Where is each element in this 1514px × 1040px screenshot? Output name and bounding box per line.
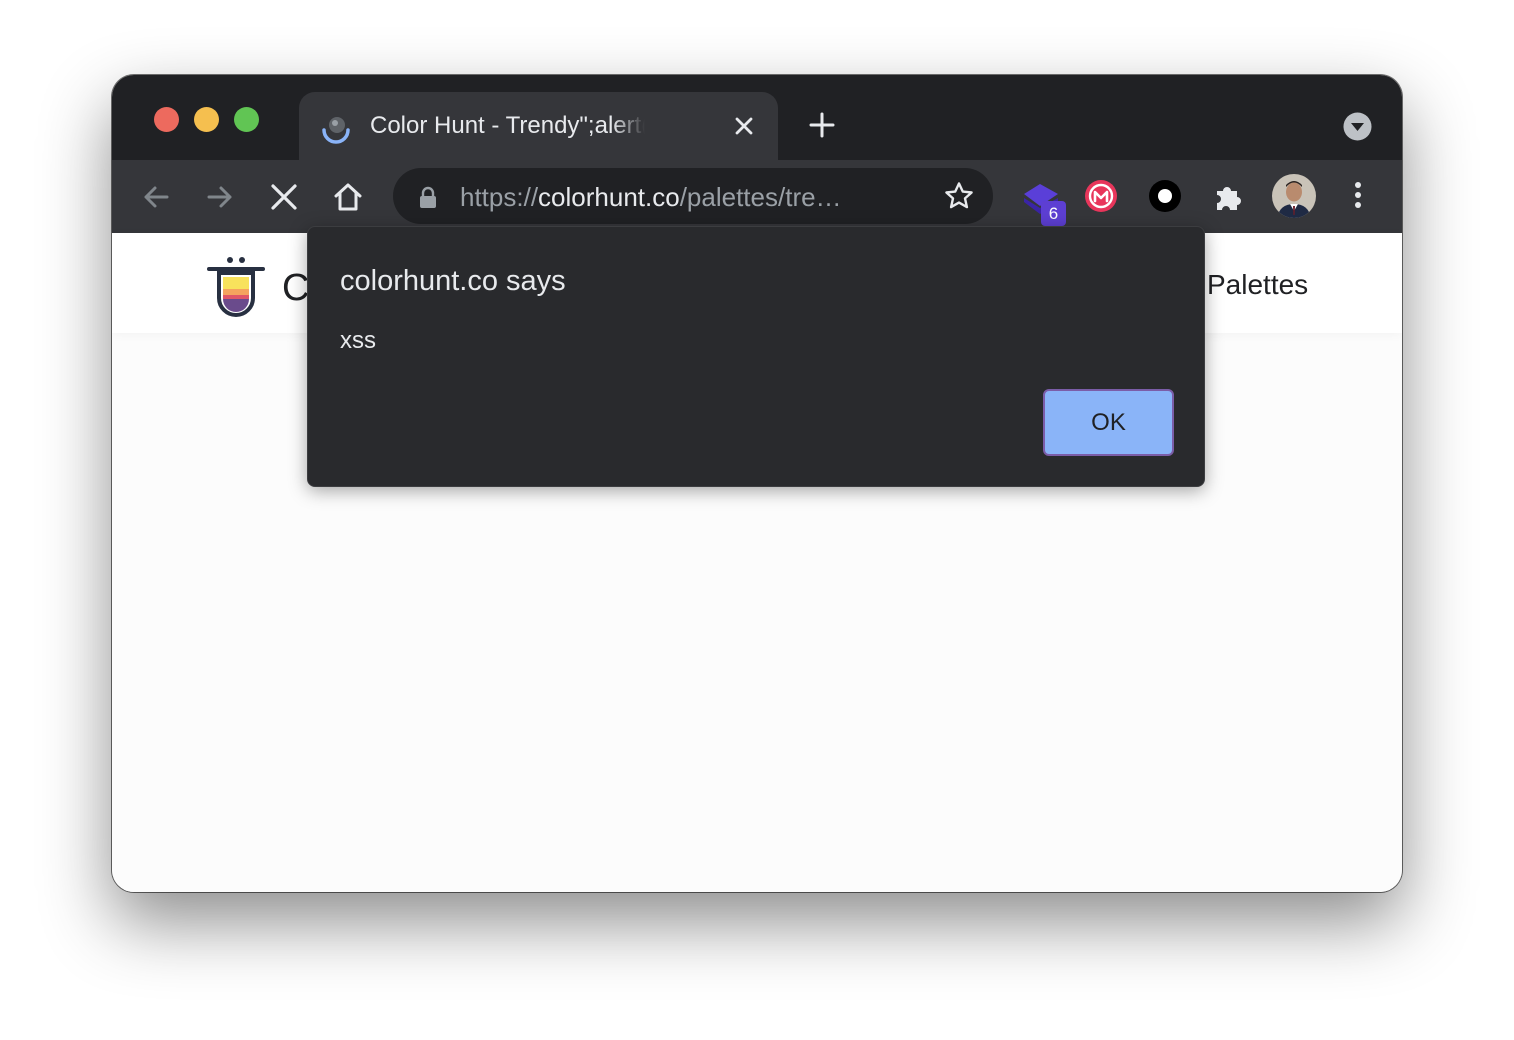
url-host: colorhunt.co — [538, 182, 680, 212]
site-name[interactable]: C — [282, 267, 309, 310]
url-scheme: https:// — [460, 182, 539, 212]
extension-badge-count: 6 — [1041, 201, 1066, 226]
extension-ring-icon[interactable] — [1148, 179, 1182, 213]
toolbar: https://colorhunt.co/palettes/tre… — [112, 160, 1402, 233]
back-arrow-icon[interactable] — [140, 181, 172, 213]
profile-avatar[interactable] — [1271, 173, 1317, 219]
url-path: /palettes/tre… — [679, 182, 842, 212]
active-tab[interactable]: Color Hunt - Trendy";alert('xss') — [299, 92, 778, 160]
colorhunt-logo-icon[interactable] — [206, 255, 266, 317]
loading-spinner-icon — [322, 117, 350, 144]
home-icon[interactable] — [332, 181, 364, 213]
tab-title: Color Hunt - Trendy";alert('xss') — [370, 112, 645, 139]
title-bar: Color Hunt - Trendy";alert('xss') — [112, 75, 1402, 160]
bookmark-star-icon[interactable] — [944, 181, 974, 211]
maximize-window-button[interactable] — [234, 107, 259, 132]
extension-m-icon[interactable] — [1084, 179, 1118, 213]
new-tab-icon[interactable] — [808, 111, 836, 139]
url-text[interactable]: https://colorhunt.co/palettes/tre… — [460, 181, 910, 213]
close-window-button[interactable] — [154, 107, 179, 132]
lock-icon[interactable] — [418, 186, 438, 208]
ok-button[interactable]: OK — [1043, 389, 1174, 456]
nav-link-palettes[interactable]: Palettes — [1207, 269, 1308, 301]
tab-search-icon[interactable] — [1343, 112, 1372, 141]
close-tab-icon[interactable] — [733, 115, 755, 137]
minimize-window-button[interactable] — [194, 107, 219, 132]
dialog-message: xss — [340, 327, 376, 354]
stop-loading-icon[interactable] — [268, 181, 300, 213]
alert-dialog: colorhunt.co says xss OK — [307, 226, 1205, 487]
dialog-title: colorhunt.co says — [340, 265, 566, 297]
forward-arrow-icon[interactable] — [204, 181, 236, 213]
extensions-puzzle-icon[interactable] — [1212, 179, 1246, 213]
address-bar[interactable]: https://colorhunt.co/palettes/tre… — [393, 168, 993, 224]
more-menu-icon[interactable] — [1342, 179, 1374, 211]
